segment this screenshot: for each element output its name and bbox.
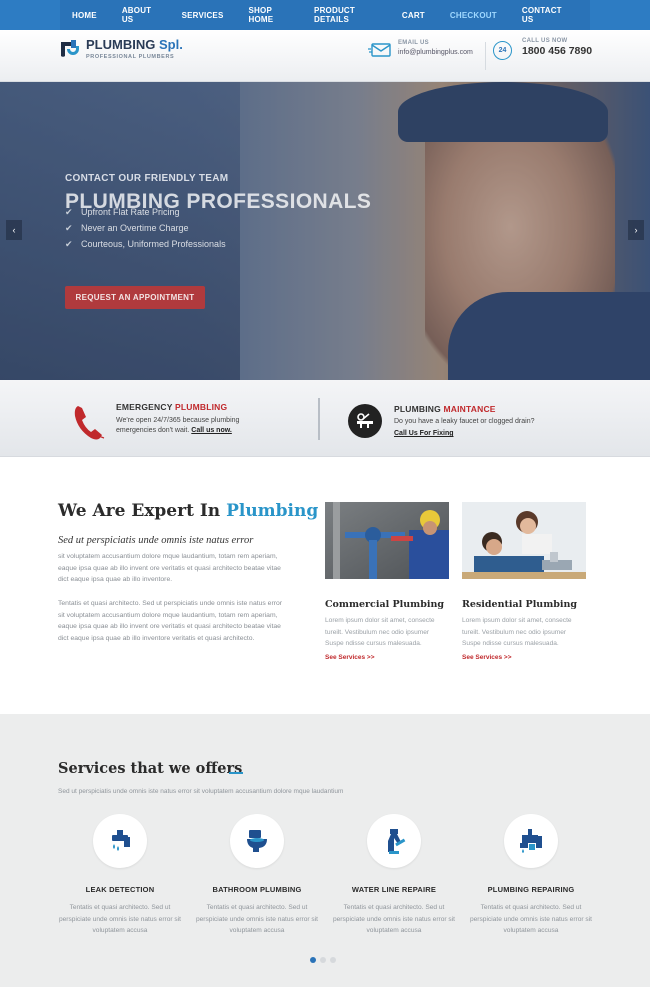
offers-subtitle: Sed ut perspiciatis unde omnis iste natu… bbox=[58, 788, 344, 795]
offer-text: Tentatis et quasi architecto. Sed ut per… bbox=[469, 904, 593, 934]
emergency-title: EMERGENCY PLUMBLING bbox=[116, 402, 228, 412]
see-services-link[interactable]: See Services >> bbox=[462, 654, 586, 661]
hero-title: PLUMBING PROFESSIONALS bbox=[65, 190, 372, 213]
maintance-title: PLUMBING MAINTANCE bbox=[394, 404, 496, 414]
expert-paragraph: Tentatis et quasi architecto. Sed ut per… bbox=[58, 600, 283, 642]
wrench-icon bbox=[348, 404, 382, 438]
residential-plumbing-image[interactable] bbox=[462, 502, 586, 579]
hero-kicker: CONTACT OUR FRIENDLY TEAM bbox=[65, 173, 229, 184]
slider-next-arrow-icon[interactable]: › bbox=[628, 220, 644, 240]
nav-contact-us[interactable]: CONTACT US bbox=[522, 6, 565, 24]
offer-item: BATHROOM PLUMBING Tentatis et quasi arch… bbox=[192, 814, 322, 937]
commercial-plumbing-image[interactable] bbox=[325, 502, 449, 579]
request-appointment-button[interactable]: REQUEST AN APPOINTMENT bbox=[65, 286, 205, 309]
strip-divider bbox=[318, 398, 320, 440]
emergency-text: We're open 24/7/365 because plumbing emer… bbox=[116, 417, 240, 434]
offer-item: LEAK DETECTION Tentatis et quasi archite… bbox=[55, 814, 185, 937]
email-contact: EMAIL US info@plumbingplus.com bbox=[368, 40, 473, 58]
card-title: Commercial Plumbing bbox=[325, 599, 445, 610]
toilet-icon[interactable] bbox=[230, 814, 284, 868]
services-offers-section: Services that we offers Sed ut perspicia… bbox=[0, 714, 650, 987]
nav-services[interactable]: SERVICES bbox=[182, 11, 224, 20]
phone-contact: 24 CALL US NOW 1800 456 7890 bbox=[493, 38, 592, 60]
phone-value[interactable]: 1800 456 7890 bbox=[522, 45, 592, 57]
offer-title: WATER LINE REPAIRE bbox=[351, 885, 437, 894]
heading-underline bbox=[229, 772, 243, 774]
pagination-dot[interactable] bbox=[330, 957, 336, 963]
valve-icon[interactable] bbox=[504, 814, 558, 868]
maintance-text: Do you have a leaky faucet or clogged dr… bbox=[394, 418, 535, 425]
check-icon: ✔ bbox=[65, 223, 73, 233]
pagination-dot[interactable] bbox=[320, 957, 326, 963]
carousel-pagination bbox=[310, 957, 340, 963]
pagination-dot-active[interactable] bbox=[310, 957, 316, 963]
header-divider bbox=[485, 42, 486, 70]
expert-paragraph: sit voluptatem accusantium dolore mque l… bbox=[58, 553, 281, 583]
email-label: EMAIL US bbox=[398, 40, 429, 46]
logo-title: PLUMBING Spl. bbox=[86, 37, 183, 52]
nav-home[interactable]: HOME bbox=[72, 11, 97, 20]
pipe-icon[interactable] bbox=[367, 814, 421, 868]
nav-checkout[interactable]: CHECKOUT bbox=[450, 11, 497, 20]
offer-title: LEAK DETECTION bbox=[85, 885, 155, 894]
offer-title: BATHROOM PLUMBING bbox=[212, 885, 302, 894]
nav-shop-home[interactable]: SHOP HOME bbox=[249, 6, 290, 24]
expert-subtitle: Sed ut perspiciatis unde omnis iste natu… bbox=[58, 535, 254, 546]
offer-item: PLUMBING REPAIRING Tentatis et quasi arc… bbox=[466, 814, 596, 937]
hero-slider: CONTACT OUR FRIENDLY TEAM ✔ Upfront Flat … bbox=[0, 82, 650, 380]
site-header: PLUMBING Spl. PROFESSIONAL PLUMBERS EMAI… bbox=[0, 30, 650, 82]
slider-prev-arrow-icon[interactable]: ‹ bbox=[6, 220, 22, 240]
phone-24-icon: 24 bbox=[493, 41, 512, 60]
nav-menu: HOME ABOUT US SERVICES SHOP HOME PRODUCT… bbox=[60, 0, 590, 30]
nav-about-us[interactable]: ABOUT US bbox=[122, 6, 157, 24]
see-services-link[interactable]: See Services >> bbox=[325, 654, 449, 661]
card-text: Lorem ipsum dolor sit amet, consecte tur… bbox=[462, 617, 572, 647]
service-card-residential: Residential Plumbing Lorem ipsum dolor s… bbox=[462, 502, 586, 661]
phone-label: CALL US NOW bbox=[522, 38, 568, 44]
nav-product-details[interactable]: PRODUCT DETAILS bbox=[314, 6, 377, 24]
maintance-block: PLUMBING MAINTANCE Do you have a leaky f… bbox=[348, 404, 534, 438]
hero-bullet: ✔ Courteous, Uniformed Professionals bbox=[65, 236, 226, 252]
pipe-logo-icon bbox=[61, 40, 79, 57]
feature-strip: EMERGENCY PLUMBLING We're open 24/7/365 … bbox=[0, 380, 650, 457]
email-value[interactable]: info@plumbingplus.com bbox=[398, 49, 473, 56]
offers-heading: Services that we offers bbox=[58, 760, 243, 777]
card-title: Residential Plumbing bbox=[462, 599, 578, 610]
offer-text: Tentatis et quasi architecto. Sed ut per… bbox=[332, 904, 456, 934]
offer-text: Tentatis et quasi architecto. Sed ut per… bbox=[195, 904, 319, 934]
offer-item: WATER LINE REPAIRE Tentatis et quasi arc… bbox=[329, 814, 459, 937]
emergency-block: EMERGENCY PLUMBLING We're open 24/7/365 … bbox=[72, 402, 239, 442]
card-text: Lorem ipsum dolor sit amet, consecte tur… bbox=[325, 617, 435, 647]
check-icon: ✔ bbox=[65, 239, 73, 249]
nav-cart[interactable]: CART bbox=[402, 11, 425, 20]
envelope-icon bbox=[368, 43, 391, 57]
offer-title: PLUMBING REPAIRING bbox=[487, 885, 575, 894]
logo[interactable]: PLUMBING Spl. PROFESSIONAL PLUMBERS bbox=[58, 38, 183, 60]
leak-icon[interactable] bbox=[93, 814, 147, 868]
service-card-commercial: Commercial Plumbing Lorem ipsum dolor si… bbox=[325, 502, 449, 661]
expert-heading: We Are Expert In Plumbing bbox=[58, 501, 319, 521]
offer-text: Tentatis et quasi architecto. Sed ut per… bbox=[58, 904, 182, 934]
phone-handset-icon bbox=[74, 406, 105, 440]
hero-bullet: ✔ Never an Overtime Charge bbox=[65, 220, 226, 236]
top-navbar: HOME ABOUT US SERVICES SHOP HOME PRODUCT… bbox=[0, 0, 650, 30]
call-us-for-fixing-link[interactable]: Call Us For Fixing bbox=[394, 430, 534, 437]
logo-tagline: PROFESSIONAL PLUMBERS bbox=[86, 54, 175, 60]
call-us-now-link[interactable]: Call us now. bbox=[191, 427, 232, 434]
